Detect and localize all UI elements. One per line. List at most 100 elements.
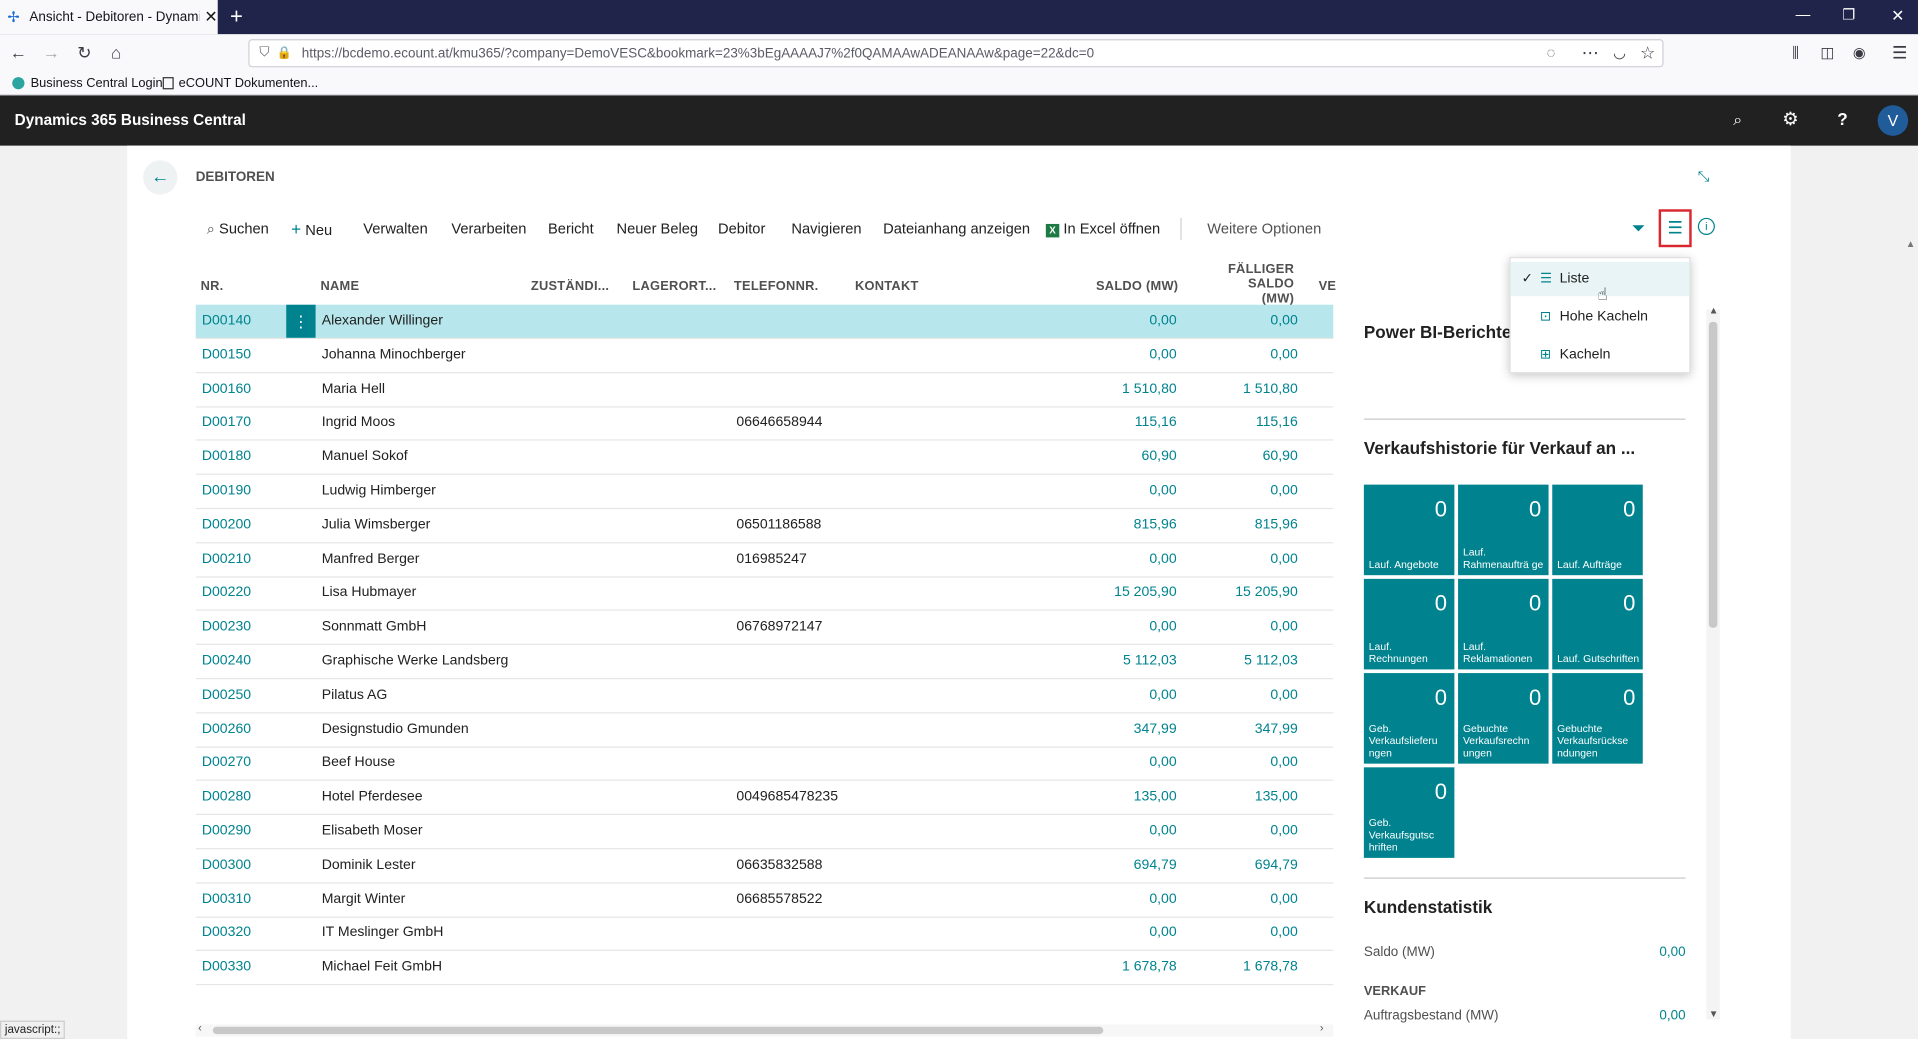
column-header-name[interactable]: NAME bbox=[320, 279, 359, 294]
app-title[interactable]: Dynamics 365 Business Central bbox=[15, 111, 246, 128]
menu-icon[interactable]: ☰ bbox=[1887, 34, 1911, 72]
navigate-action[interactable]: Navigieren bbox=[791, 220, 861, 237]
scroll-down-icon[interactable]: ▼ bbox=[1709, 1008, 1719, 1019]
customer-number[interactable]: D00150 bbox=[202, 347, 251, 362]
table-row[interactable]: D00250 Pilatus AG 0,00 0,00 bbox=[195, 679, 1334, 714]
attachment-action[interactable]: Dateianhang anzeigen bbox=[883, 220, 1030, 237]
history-tile[interactable]: 0 Lauf. Angebote bbox=[1363, 484, 1455, 576]
table-row[interactable]: D00140 ⋮ Alexander Willinger 0,00 0,00 bbox=[195, 304, 1334, 339]
info-icon[interactable]: i bbox=[1697, 217, 1715, 235]
close-window-icon[interactable]: ✕ bbox=[1891, 6, 1904, 26]
customer-due-balance[interactable]: 15 205,90 bbox=[1200, 585, 1298, 600]
table-row[interactable]: D00280 Hotel Pferdesee 0049685478235 135,00… bbox=[195, 781, 1334, 816]
account-icon[interactable]: ◉ bbox=[1847, 34, 1871, 72]
scrollbar-thumb[interactable] bbox=[1708, 321, 1718, 628]
table-row[interactable]: D00260 Designstudio Gmunden 347,99 347,99 bbox=[195, 713, 1334, 748]
home-icon[interactable]: ⌂ bbox=[103, 34, 130, 72]
scrollbar-thumb[interactable] bbox=[212, 1026, 1104, 1035]
history-tile[interactable]: 0 Gebuchte Verkaufsrechn ungen bbox=[1458, 673, 1549, 764]
customer-number[interactable]: D00180 bbox=[202, 449, 251, 464]
column-header-ve[interactable]: VE bbox=[1319, 279, 1337, 294]
customer-balance[interactable]: 0,00 bbox=[1079, 551, 1176, 566]
customer-balance[interactable]: 1 678,78 bbox=[1079, 960, 1177, 975]
more-options-action[interactable]: Weitere Optionen bbox=[1207, 220, 1321, 237]
manage-action[interactable]: Verwalten bbox=[363, 220, 427, 237]
table-row[interactable]: D00240 Graphische Werke Landsberg 5 112,03… bbox=[195, 645, 1334, 680]
view-layout-button[interactable]: ☰ bbox=[1658, 209, 1692, 248]
table-row[interactable]: D00220 Lisa Hubmayer 15 205,90 15 205,90 bbox=[195, 577, 1334, 612]
back-icon[interactable]: ← bbox=[5, 34, 32, 72]
column-header-responsible[interactable]: ZUSTÄNDI... bbox=[531, 279, 609, 294]
horizontal-scrollbar[interactable] bbox=[195, 1024, 1334, 1037]
library-icon[interactable]: ⫼ bbox=[1783, 34, 1807, 72]
history-tile[interactable]: 0 Geb. Verkaufsgutsc hriften bbox=[1363, 767, 1455, 858]
menu-item-tall-tiles[interactable]: ⊡ Hohe Kacheln bbox=[1511, 300, 1690, 334]
customer-number[interactable]: D00320 bbox=[202, 926, 251, 941]
collapse-icon[interactable]: ⤡ bbox=[1698, 168, 1710, 186]
customer-balance[interactable]: 0,00 bbox=[1079, 756, 1176, 771]
customer-number[interactable]: D00230 bbox=[202, 619, 251, 634]
customer-balance[interactable]: 135,00 bbox=[1079, 790, 1177, 805]
history-tile[interactable]: 0 Geb. Verkaufslieferu ngen bbox=[1363, 673, 1455, 764]
minimize-icon[interactable]: — bbox=[1796, 6, 1811, 23]
customer-due-balance[interactable]: 135,00 bbox=[1200, 790, 1298, 805]
history-tile[interactable]: 0 Lauf. Gutschriften bbox=[1552, 578, 1643, 670]
table-row[interactable]: D00190 Ludwig Himberger 0,00 0,00 bbox=[195, 475, 1334, 510]
customer-number[interactable]: D00300 bbox=[202, 858, 251, 873]
column-header-contact[interactable]: KONTAKT bbox=[855, 279, 919, 294]
history-tile[interactable]: 0 Lauf. Rahmenaufträ ge bbox=[1458, 484, 1549, 576]
table-row[interactable]: D00290 Elisabeth Moser 0,00 0,00 bbox=[195, 815, 1334, 850]
column-header-phone[interactable]: TELEFONNR. bbox=[734, 279, 819, 294]
customer-due-balance[interactable]: 0,00 bbox=[1200, 688, 1297, 703]
customer-balance[interactable]: 0,00 bbox=[1079, 619, 1176, 634]
customer-due-balance[interactable]: 0,00 bbox=[1200, 313, 1297, 328]
scroll-right-icon[interactable]: › bbox=[1320, 1022, 1324, 1034]
customer-number[interactable]: D00160 bbox=[202, 381, 251, 396]
settings-icon[interactable]: ⚙ bbox=[1782, 108, 1798, 130]
back-button[interactable]: ← bbox=[143, 160, 178, 195]
reload-icon[interactable]: ↻ bbox=[71, 34, 98, 72]
history-tile[interactable]: 0 Lauf. Aufträge bbox=[1552, 484, 1643, 576]
column-header-nr[interactable]: NR. bbox=[201, 279, 224, 294]
table-row[interactable]: D00320 IT Meslinger GmbH 0,00 0,00 bbox=[195, 917, 1334, 952]
powerbi-title[interactable]: Power BI-Berichte bbox=[1364, 322, 1512, 342]
column-header-due-balance[interactable]: FÄLLIGER SALDO (MW) bbox=[1216, 262, 1294, 306]
customer-number[interactable]: D00170 bbox=[202, 415, 251, 430]
customer-balance[interactable]: 0,00 bbox=[1079, 892, 1176, 907]
search-action[interactable]: ⌕ Suchen bbox=[207, 220, 269, 237]
report-action[interactable]: Bericht bbox=[548, 220, 594, 237]
column-header-balance[interactable]: SALDO (MW) bbox=[1096, 279, 1178, 294]
customer-number[interactable]: D00140 bbox=[202, 313, 251, 328]
customer-due-balance[interactable]: 815,96 bbox=[1200, 517, 1298, 532]
customer-due-balance[interactable]: 0,00 bbox=[1200, 892, 1297, 907]
customer-due-balance[interactable]: 1 678,78 bbox=[1200, 960, 1298, 975]
order-backlog-value[interactable]: 0,00 bbox=[1639, 1008, 1685, 1023]
customer-due-balance[interactable]: 1 510,80 bbox=[1200, 381, 1298, 396]
customer-balance[interactable]: 1 510,80 bbox=[1079, 381, 1177, 396]
star-icon[interactable]: ☆ bbox=[1635, 34, 1659, 72]
excel-action[interactable]: X In Excel öffnen bbox=[1045, 220, 1160, 238]
table-row[interactable]: D00230 Sonnmatt GmbH 06768972147 0,00 0,00 bbox=[195, 611, 1334, 646]
new-document-action[interactable]: Neuer Beleg bbox=[616, 220, 698, 237]
customer-due-balance[interactable]: 0,00 bbox=[1200, 347, 1297, 362]
customer-number[interactable]: D00260 bbox=[202, 722, 251, 737]
history-tile[interactable]: 0 Lauf. Reklamationen bbox=[1458, 578, 1549, 670]
customer-number[interactable]: D00330 bbox=[202, 960, 251, 975]
balance-value[interactable]: 0,00 bbox=[1639, 945, 1685, 960]
customer-balance[interactable]: 0,00 bbox=[1079, 313, 1176, 328]
table-row[interactable]: D00270 Beef House 0,00 0,00 bbox=[195, 747, 1334, 782]
table-row[interactable]: D00300 Dominik Lester 06635832588 694,79 694… bbox=[195, 849, 1334, 884]
customer-due-balance[interactable]: 5 112,03 bbox=[1200, 654, 1298, 669]
customer-due-balance[interactable]: 0,00 bbox=[1200, 551, 1297, 566]
search-icon[interactable]: ⌕ bbox=[1733, 110, 1742, 130]
customer-due-balance[interactable]: 694,79 bbox=[1200, 858, 1298, 873]
customer-number[interactable]: D00280 bbox=[202, 790, 251, 805]
tab-close-icon[interactable]: ✕ bbox=[204, 7, 217, 27]
new-tab-button[interactable]: + bbox=[230, 4, 243, 30]
url-text[interactable]: https://bcdemo.ecount.at/kmu365/?company… bbox=[302, 46, 1094, 61]
customer-balance[interactable]: 115,16 bbox=[1079, 415, 1177, 430]
customer-balance[interactable]: 0,00 bbox=[1079, 926, 1176, 941]
bookmark-ecount[interactable]: eCOUNT Dokumenten... bbox=[162, 76, 318, 91]
browser-tab[interactable]: ✢ Ansicht - Debitoren - Dynamic ✕ bbox=[0, 0, 218, 35]
customer-due-balance[interactable]: 115,16 bbox=[1200, 415, 1298, 430]
